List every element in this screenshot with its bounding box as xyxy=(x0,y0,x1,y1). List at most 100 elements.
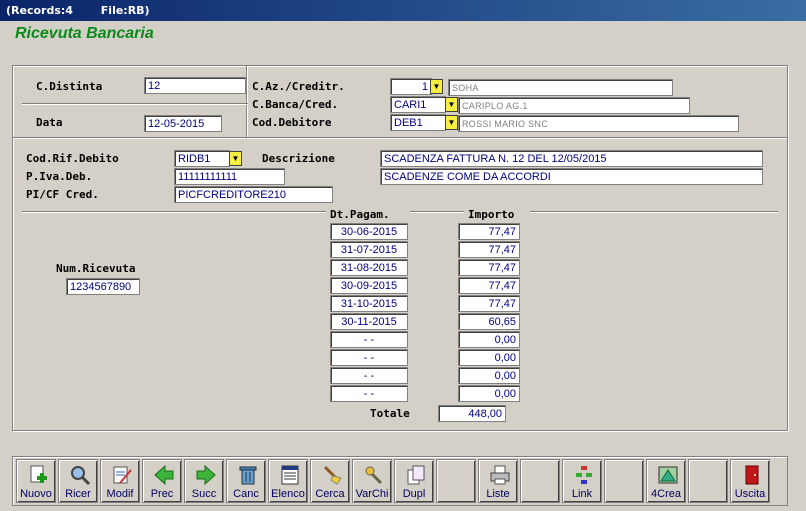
payment-amount-field[interactable]: 77,47 xyxy=(458,277,520,294)
toolbar-button-label: Succ xyxy=(191,488,217,500)
importo-header: Importo xyxy=(468,208,515,221)
toolbar-link-button[interactable]: Link xyxy=(562,459,602,503)
duplicate-icon xyxy=(405,464,427,486)
totale-label: Totale xyxy=(370,407,410,420)
toolbar-canc-button[interactable]: Canc xyxy=(226,459,266,503)
toolbar-prec-button[interactable]: Prec xyxy=(142,459,182,503)
toolbar-cerca-button[interactable]: Cerca xyxy=(310,459,350,503)
toolbar-ricer-button[interactable]: Ricer xyxy=(58,459,98,503)
toolbar-button-label: Cerca xyxy=(315,488,345,500)
chevron-down-icon: ▼ xyxy=(432,82,441,91)
piva-label: P.Iva.Deb. xyxy=(26,170,93,183)
debitore-code-field[interactable]: DEB1 xyxy=(390,114,446,131)
toolbar-4crea-button[interactable]: 4Crea xyxy=(646,459,686,503)
rif-debito-label: Cod.Rif.Debito xyxy=(26,152,119,165)
payment-amount-field[interactable]: 0,00 xyxy=(458,331,520,348)
payment-amount-field[interactable]: 77,47 xyxy=(458,295,520,312)
payment-date-field[interactable]: - - xyxy=(330,367,408,384)
toolbar-empty-button xyxy=(688,459,728,503)
num-ricevuta-field[interactable]: 1234567890 xyxy=(66,278,140,295)
chevron-down-icon: ▼ xyxy=(447,100,456,109)
payment-date-field[interactable]: 30-06-2015 xyxy=(330,223,408,240)
file-name: File:RB) xyxy=(100,4,150,17)
distinta-label: C.Distinta xyxy=(36,80,103,93)
new-document-icon xyxy=(27,464,49,486)
form-title: Ricevuta Bancaria xyxy=(15,25,154,42)
toolbar-button-label: Ricer xyxy=(65,488,91,500)
azienda-label: C.Az./Creditr. xyxy=(252,80,345,93)
toolbar-dupl-button[interactable]: Dupl xyxy=(394,459,434,503)
debitore-name-field: ROSSI MARIO SNC xyxy=(458,115,739,132)
toolbar-nuovo-button[interactable]: Nuovo xyxy=(16,459,56,503)
banca-label: C.Banca/Cred. xyxy=(252,98,339,111)
distinta-field[interactable]: 12 xyxy=(144,77,246,94)
toolbar-button-label: Link xyxy=(571,488,593,500)
toolbar-empty-button xyxy=(436,459,476,503)
arrow-right-icon xyxy=(195,464,217,486)
descrizione-label: Descrizione xyxy=(262,152,335,165)
printer-icon xyxy=(489,464,511,486)
arrow-left-icon xyxy=(153,464,175,486)
payment-date-field[interactable]: 31-07-2015 xyxy=(330,241,408,258)
search-broom-icon xyxy=(321,464,343,486)
toolbar-elenco-button[interactable]: Elenco xyxy=(268,459,308,503)
toolbar-liste-button[interactable]: Liste xyxy=(478,459,518,503)
note-field[interactable]: SCADENZE COME DA ACCORDI xyxy=(380,168,763,185)
banca-dropdown-button[interactable]: ▼ xyxy=(445,97,458,112)
banca-name-field: CARIPLO AG.1 xyxy=(458,97,690,114)
payment-date-field[interactable]: - - xyxy=(330,331,408,348)
azienda-name-field: SOHA xyxy=(448,79,673,96)
dt-pagam-header: Dt.Pagam. xyxy=(330,208,390,221)
toolbar-empty-button xyxy=(520,459,560,503)
azienda-dropdown-button[interactable]: ▼ xyxy=(430,79,443,94)
payment-date-field[interactable]: 30-11-2015 xyxy=(330,313,408,330)
payment-date-field[interactable]: 31-08-2015 xyxy=(330,259,408,276)
network-icon xyxy=(573,464,595,486)
piva-field[interactable]: 11111111111 xyxy=(174,168,285,185)
toolbar-button-label: Liste xyxy=(486,488,510,500)
payment-amount-field[interactable]: 0,00 xyxy=(458,385,520,402)
payment-amount-field[interactable]: 77,47 xyxy=(458,223,520,240)
toolbar-button-label: Nuovo xyxy=(20,488,52,500)
payment-date-field[interactable]: - - xyxy=(330,349,408,366)
payment-date-field[interactable]: - - xyxy=(330,385,408,402)
payment-amount-field[interactable]: 77,47 xyxy=(458,241,520,258)
data-field[interactable]: 12-05-2015 xyxy=(144,115,222,132)
rif-debito-field[interactable]: RIDB1 xyxy=(174,150,230,167)
section-divider xyxy=(13,137,787,139)
payments-divider-left xyxy=(22,211,326,213)
payment-date-field[interactable]: 30-09-2015 xyxy=(330,277,408,294)
payments-divider-mid xyxy=(410,211,464,213)
payment-amount-field[interactable]: 77,47 xyxy=(458,259,520,276)
trash-icon xyxy=(237,464,259,486)
data-label: Data xyxy=(36,116,63,129)
picf-label: PI/CF Cred. xyxy=(26,188,99,201)
rif-debito-dropdown-button[interactable]: ▼ xyxy=(229,151,242,166)
payment-amount-field[interactable]: 60,65 xyxy=(458,313,520,330)
create-icon xyxy=(657,464,679,486)
banca-code-field[interactable]: CARI1 xyxy=(390,96,446,113)
payment-date-field[interactable]: 31-10-2015 xyxy=(330,295,408,312)
toolbar-button-label: Canc xyxy=(233,488,259,500)
toolbar-varchi-button[interactable]: VarChi xyxy=(352,459,392,503)
totale-field: 448,00 xyxy=(438,405,506,422)
azienda-code-field[interactable]: 1 xyxy=(390,78,432,95)
debitore-label: Cod.Debitore xyxy=(252,116,332,129)
picf-field[interactable]: PICFCREDITORE210 xyxy=(174,186,333,203)
window-titlebar: (Records:4 File:RB) xyxy=(0,0,806,21)
list-icon xyxy=(279,464,301,486)
descrizione-field[interactable]: SCADENZA FATTURA N. 12 DEL 12/05/2015 xyxy=(380,150,763,167)
payment-amount-field[interactable]: 0,00 xyxy=(458,367,520,384)
toolbar-modif-button[interactable]: Modif xyxy=(100,459,140,503)
keys-icon xyxy=(363,464,385,486)
debitore-dropdown-button[interactable]: ▼ xyxy=(445,115,458,130)
payment-amount-field[interactable]: 0,00 xyxy=(458,349,520,366)
header-divider-h xyxy=(22,103,248,105)
payments-divider-right xyxy=(530,211,778,213)
header-divider xyxy=(246,66,248,138)
toolbar-button-label: Uscita xyxy=(734,488,766,500)
toolbar-uscita-button[interactable]: Uscita xyxy=(730,459,770,503)
edit-document-icon xyxy=(111,464,133,486)
num-ricevuta-label: Num.Ricevuta xyxy=(56,262,136,275)
toolbar-succ-button[interactable]: Succ xyxy=(184,459,224,503)
